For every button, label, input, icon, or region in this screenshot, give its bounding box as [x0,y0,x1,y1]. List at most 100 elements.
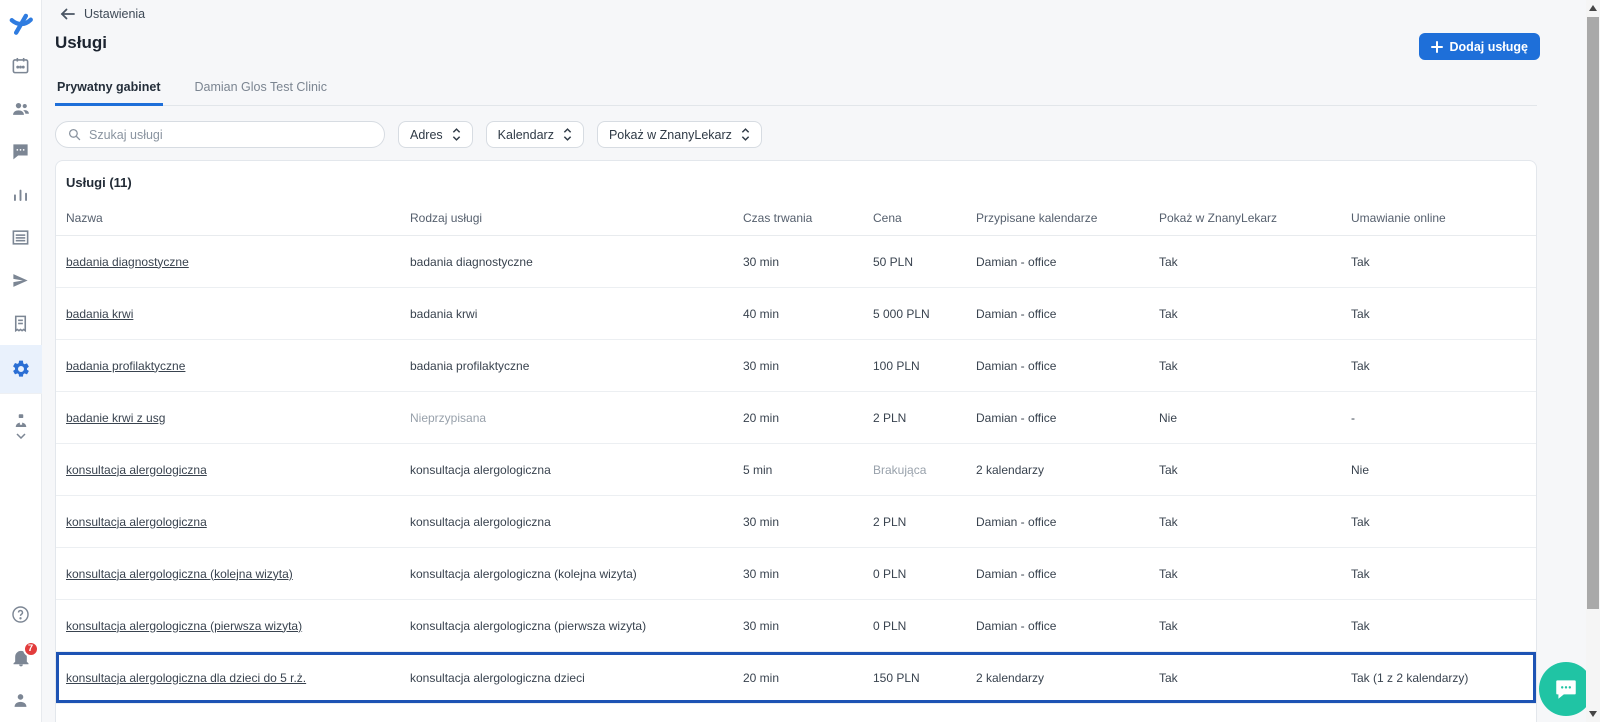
service-duration-cell: 30 min [743,514,780,529]
service-show-cell: Tak [1159,670,1178,685]
search-input[interactable] [89,127,372,142]
main-content: Ustawienia Usługi Dodaj usługę Prywatny … [42,0,1586,722]
settings-icon[interactable] [0,345,42,393]
back-arrow-icon [60,8,75,20]
service-online-cell: Tak [1351,514,1370,529]
patients-icon[interactable] [0,87,42,130]
scrollbar-thumb[interactable] [1587,17,1599,609]
service-calendars-cell: Damian - office [976,566,1057,581]
service-online-cell: Nie [1351,462,1370,477]
search-box[interactable] [55,121,385,148]
services-count-title: Usługi (11) [66,175,132,190]
search-icon [68,128,81,141]
service-type-cell: konsultacja alergologiczna dzieci [410,670,585,685]
service-type-cell: konsultacja alergologiczna (pierwsza wiz… [410,618,647,633]
table-row: konsultacja alergologiczna (pierwsza wiz… [56,600,1536,652]
service-name-link[interactable]: konsultacja alergologiczna (pierwsza wiz… [66,619,302,633]
service-type-cell: badania profilaktyczne [410,358,530,373]
calendar-icon[interactable] [0,44,42,87]
column-header-duration: Czas trwania [743,210,813,225]
team-icon[interactable] [0,393,42,451]
table-row: konsultacja alergologiczna konsultacja a… [56,496,1536,548]
service-show-cell: Tak [1159,618,1178,633]
service-price-cell: 2 PLN [873,514,907,529]
address-filter-label: Adres [410,127,443,142]
service-price-cell: 2 PLN [873,410,907,425]
sidebar: 7 [0,0,42,722]
service-name-link[interactable]: badania krwi [66,307,133,321]
column-header-name: Nazwa [66,210,103,225]
service-calendars-cell: Damian - office [976,410,1057,425]
table-row: konsultacja alergologiczna (kolejna wizy… [56,548,1536,600]
service-type-cell: Nieprzypisana [410,410,487,425]
service-name-link[interactable]: badania profilaktyczne [66,359,185,373]
table-row: konsultacja alergologiczna dla dzieci do… [56,652,1536,704]
service-duration-cell: 30 min [743,618,780,633]
statistics-icon[interactable] [0,173,42,216]
service-online-cell: Tak [1351,306,1370,321]
campaigns-icon[interactable] [0,259,42,302]
service-price-cell: 100 PLN [873,358,920,373]
service-name-link[interactable]: konsultacja alergologiczna dla dzieci do… [66,671,306,685]
service-duration-cell: 40 min [743,306,780,321]
service-name-link[interactable]: konsultacja alergologiczna [66,463,207,477]
table-row: badania diagnostyczne badania diagnostyc… [56,236,1536,288]
znanylekarz-filter-label: Pokaż w ZnanyLekarz [608,127,732,142]
service-type-cell: konsultacja alergologiczna [410,462,551,477]
page-title: Usługi [55,33,107,52]
add-service-label: Dodaj usługę [1449,39,1528,54]
profile-icon[interactable] [0,679,42,722]
column-header-calendars: Przypisane kalendarze [976,210,1098,225]
service-duration-cell: 30 min [743,254,780,269]
notifications-bell-icon[interactable]: 7 [0,636,42,679]
billing-icon[interactable] [0,302,42,345]
service-online-cell: Tak [1351,566,1370,581]
service-name-link[interactable]: konsultacja alergologiczna [66,515,207,529]
column-header-online: Umawianie online [1351,210,1446,225]
filters-row: Adres Kalendarz Pokaż w ZnanyLekarz [55,121,762,148]
service-name-link[interactable]: badanie krwi z usg [66,411,165,425]
add-service-button[interactable]: Dodaj usługę [1418,33,1540,60]
service-calendars-cell: 2 kalendarzy [976,462,1045,477]
scrollbar-up-arrow-icon[interactable] [1589,5,1597,11]
address-filter-dropdown[interactable]: Adres [398,121,473,148]
service-show-cell: Tak [1159,514,1178,529]
column-header-price: Cena [873,210,902,225]
service-duration-cell: 5 min [743,462,773,477]
back-label: Ustawienia [84,7,146,21]
service-duration-cell: 20 min [743,670,780,685]
service-duration-cell: 30 min [743,358,780,373]
services-list-icon[interactable] [0,216,42,259]
scrollbar-down-arrow-icon[interactable] [1589,711,1597,717]
service-online-cell: Tak (1 z 2 kalendarzy) [1351,670,1469,685]
service-show-cell: Tak [1159,566,1178,581]
service-price-cell: 50 PLN [873,254,914,269]
service-online-cell: Tak [1351,358,1370,373]
service-online-cell: Tak [1351,254,1370,269]
chat-widget-button[interactable] [1539,662,1593,716]
notification-count-badge: 7 [22,640,39,657]
service-type-cell: badania krwi [410,306,478,321]
back-breadcrumb[interactable]: Ustawienia [60,7,145,21]
tab-test-clinic[interactable]: Damian Glos Test Clinic [193,80,329,105]
calendar-filter-label: Kalendarz [497,127,554,142]
calendar-filter-dropdown[interactable]: Kalendarz [485,121,584,148]
help-icon[interactable] [0,593,42,636]
service-calendars-cell: Damian - office [976,306,1057,321]
service-calendars-cell: Damian - office [976,254,1057,269]
messages-icon[interactable] [0,130,42,173]
table-row: badania profilaktyczne badania profilakt… [56,340,1536,392]
service-name-link[interactable]: badania diagnostyczne [66,255,189,269]
table-row: badanie krwi z usg Nieprzypisana 20 min … [56,392,1536,444]
service-show-cell: Nie [1159,410,1178,425]
page-scrollbar[interactable] [1586,0,1600,722]
service-online-cell: - [1351,410,1355,425]
service-price-cell: 150 PLN [873,670,920,685]
tab-private-practice[interactable]: Prywatny gabinet [55,80,163,106]
column-header-type: Rodzaj usługi [410,210,483,225]
docplanner-logo-icon[interactable] [0,4,42,44]
znanylekarz-filter-dropdown[interactable]: Pokaż w ZnanyLekarz [596,121,762,148]
service-price-cell: 0 PLN [873,566,907,581]
service-name-link[interactable]: konsultacja alergologiczna (kolejna wizy… [66,567,293,581]
service-type-cell: konsultacja alergologiczna (kolejna wizy… [410,566,637,581]
